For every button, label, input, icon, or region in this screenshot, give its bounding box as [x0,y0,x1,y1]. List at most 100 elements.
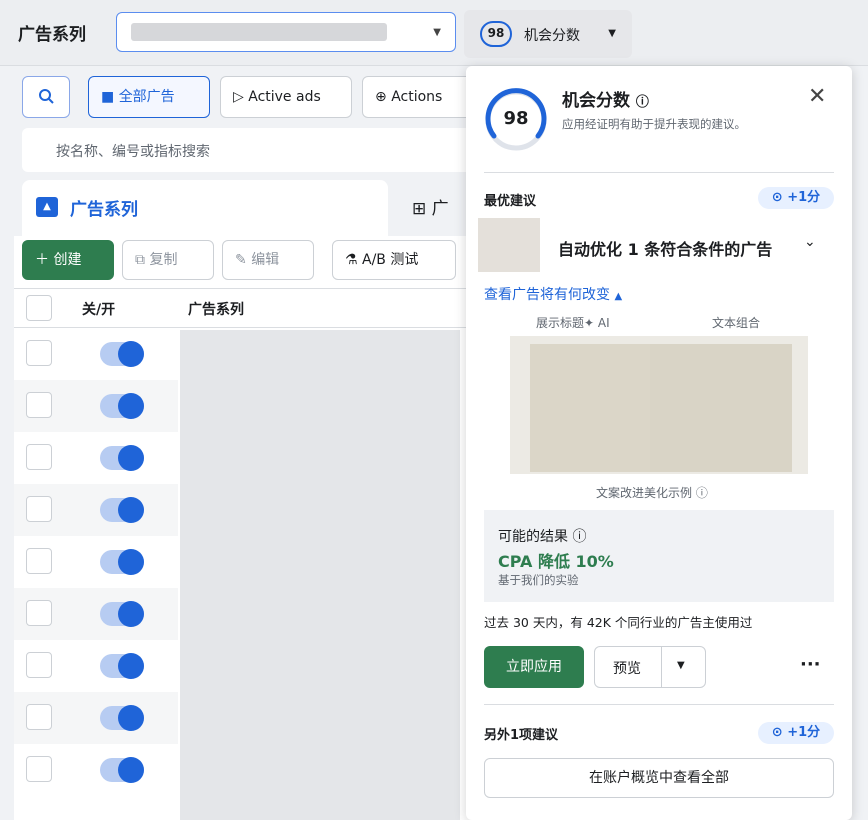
tab-campaigns-label: 广告系列 [70,200,138,220]
ab-test-button[interactable]: ⚗ A/B 测试 [332,240,456,280]
caret-down-icon: ▼ [608,28,616,39]
campaign-names-blurred [180,330,460,820]
row-checkbox[interactable] [26,444,52,470]
row-checkbox[interactable] [26,600,52,626]
row-checkbox[interactable] [26,392,52,418]
grid-icon: ⊞ [412,199,427,219]
result-label: 可能的结果 ⓘ [498,529,587,545]
tab-adsets-label: ⊞ 广 [412,199,449,219]
caret-down-icon: ▼ [433,27,441,38]
other-recommendation-label: 另外1项建议 [484,728,559,743]
row-checkbox[interactable] [26,340,52,366]
view-all-button[interactable]: 在账户概览中查看全部 [484,758,834,798]
campaign-toggle[interactable] [100,549,144,575]
divider [484,172,834,173]
arrow-up-circle-icon: ⊙ [771,725,783,740]
copy-button[interactable]: ⧉ 复制 [122,240,214,280]
caret-up-icon: ▲ [614,291,623,302]
search-placeholder: 按名称、编号或指标搜索 [56,144,210,160]
page-title: 广告系列 [18,25,86,45]
campaign-select[interactable]: ▼ [116,12,456,52]
info-icon: ⓘ [572,529,587,545]
search-icon [39,89,54,104]
sparkle-icon: ✦ [584,316,595,330]
toggle-knob [118,757,144,783]
caret-down-icon[interactable]: ▼ [677,660,685,671]
best-points-badge: ⊙ +1分 [758,187,834,209]
all-ads-label: 全部广告 [118,89,175,105]
plus-icon: ＋ [35,252,49,268]
toggle-knob [118,341,144,367]
send-icon: ▷ [233,89,244,105]
campaign-icon: ▲ [36,197,58,217]
ad-preview-image-left [530,344,650,472]
action-row: ＋ 创建 ⧉ 复制 ✎ 编辑 ⚗ A/B 测试 [14,236,474,288]
row-checkbox[interactable] [26,704,52,730]
row-checkbox[interactable] [26,756,52,782]
score-label: 机会分数 [524,28,580,44]
recommendation-thumbnail [478,218,540,272]
row-checkbox[interactable] [26,652,52,678]
active-ads-label: Active ads [248,89,321,105]
actions-button[interactable]: ⊕ Actions [362,76,472,118]
row-checkbox[interactable] [26,496,52,522]
select-all-checkbox[interactable] [26,295,52,321]
campaign-toggle[interactable] [100,705,144,731]
toggle-knob [118,393,144,419]
tab-campaigns[interactable]: ▲ 广告系列 [22,180,388,236]
campaign-toggle[interactable] [100,341,144,367]
campaign-toggle[interactable] [100,445,144,471]
best-recommendation-label: 最优建议 [484,194,537,209]
usage-text: 过去 30 天内，有 42K 个同行业的广告主使用过 [484,615,753,630]
active-ads-button[interactable]: ▷ Active ads [220,76,352,118]
result-note: 基于我们的实验 [498,573,579,587]
panel-score-value: 98 [503,108,529,129]
column-header-campaign[interactable]: 广告系列 [188,299,244,319]
arrow-up-circle-icon: ⊙ [771,190,783,205]
search-button[interactable] [22,76,70,118]
divider [661,647,662,687]
preview-button[interactable]: 预览 ▼ [594,646,706,688]
close-icon[interactable]: ✕ [808,84,826,109]
campaign-toggle[interactable] [100,757,144,783]
apply-now-button[interactable]: 立即应用 [484,646,584,688]
actions-label: Actions [391,89,443,105]
copy-icon: ⧉ [135,252,145,268]
divider [484,704,834,705]
recommendation-title[interactable]: 自动优化 1 条符合条件的广告 [558,236,772,260]
pencil-icon: ✎ [235,252,247,268]
upload-circle-icon: ⊕ [375,89,387,105]
row-checkbox[interactable] [26,548,52,574]
campaign-toggle[interactable] [100,497,144,523]
flask-icon: ⚗ [345,252,358,268]
more-options-icon[interactable]: ··· [800,654,821,675]
preview-caption: 文案改进美化示例 ⓘ [596,486,708,500]
result-value: CPA 降低 10% [498,552,614,571]
toggle-knob [118,601,144,627]
campaign-toggle[interactable] [100,601,144,627]
preview-column-text: 文本组合 [712,316,761,330]
opportunity-score-button[interactable]: 98 机会分数 ▼ [464,10,632,58]
info-icon: ⓘ [635,95,649,110]
toggle-knob [118,549,144,575]
chevron-down-icon[interactable]: ⌄ [804,234,816,250]
toggle-knob [118,705,144,731]
folder-icon: ■ [101,89,115,105]
campaign-toggle[interactable] [100,393,144,419]
info-icon: ⓘ [695,486,708,500]
preview-label: 预览 [613,661,641,677]
toggle-knob [118,445,144,471]
all-ads-button[interactable]: ■ 全部广告 [88,76,210,118]
see-change-link[interactable]: 查看广告将有何改变 ▲ [484,284,622,304]
preview-column-headline: 展示标题✦ AI [536,316,610,330]
campaign-toggle[interactable] [100,653,144,679]
search-input[interactable]: 按名称、编号或指标搜索 [22,128,472,172]
ad-preview-image-right [650,344,792,472]
create-button[interactable]: ＋ 创建 [22,240,114,280]
column-header-toggle[interactable]: 关/开 [82,299,115,319]
edit-button[interactable]: ✎ 编辑 [222,240,314,280]
other-points-badge: ⊙ +1分 [758,722,834,744]
table-header: 关/开 广告系列 [14,288,474,328]
campaign-select-value-blurred [131,23,387,41]
panel-title: 机会分数 ⓘ [562,91,649,111]
